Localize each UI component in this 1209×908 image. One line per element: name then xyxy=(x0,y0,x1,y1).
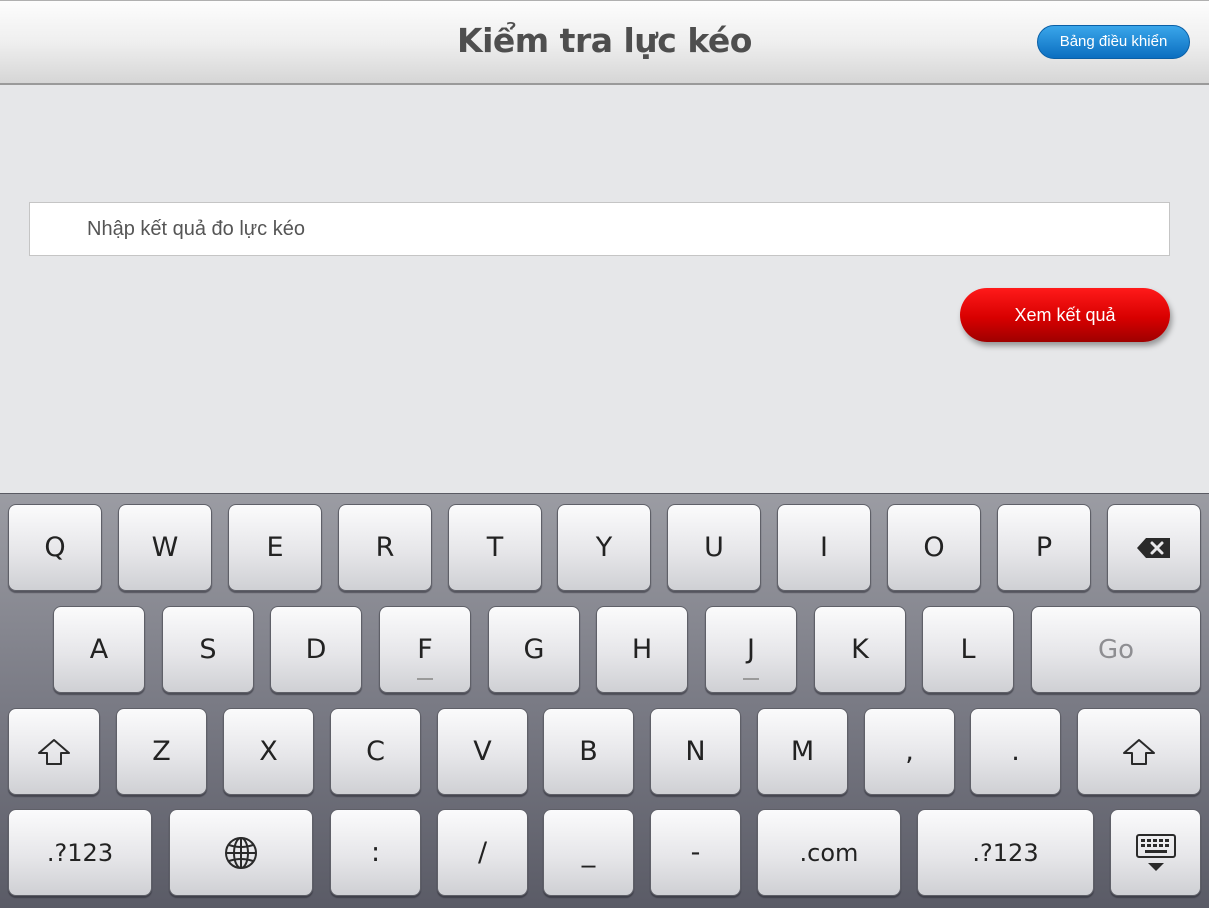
key-r[interactable]: R xyxy=(338,504,432,591)
key-f-label: F xyxy=(417,634,433,665)
app-header: Kiểm tra lực kéo Bảng điều khiển xyxy=(0,0,1209,85)
shift-left-key[interactable] xyxy=(8,708,100,795)
key-d[interactable]: D xyxy=(270,606,362,693)
key-i[interactable]: I xyxy=(777,504,871,591)
key-t[interactable]: T xyxy=(448,504,542,591)
key-j[interactable]: J xyxy=(705,606,797,693)
numbers-right-key[interactable]: .?123 xyxy=(917,809,1094,896)
key-o[interactable]: O xyxy=(887,504,981,591)
key-q[interactable]: Q xyxy=(8,504,102,591)
view-result-button[interactable]: Xem kết quả xyxy=(960,288,1170,342)
key-period[interactable]: . xyxy=(970,708,1061,795)
keyboard-dismiss-key[interactable] xyxy=(1110,809,1201,896)
key-slash[interactable]: / xyxy=(437,809,528,896)
numbers-left-key[interactable]: .?123 xyxy=(8,809,152,896)
key-h[interactable]: H xyxy=(596,606,688,693)
globe-icon xyxy=(223,835,259,871)
key-u[interactable]: U xyxy=(667,504,761,591)
dotcom-key[interactable]: .com xyxy=(757,809,901,896)
backspace-icon xyxy=(1136,537,1172,559)
shift-right-key[interactable] xyxy=(1077,708,1201,795)
key-f[interactable]: F xyxy=(379,606,471,693)
key-w[interactable]: W xyxy=(118,504,212,591)
home-row-marker xyxy=(743,678,759,680)
key-l[interactable]: L xyxy=(922,606,1014,693)
home-row-marker xyxy=(417,678,433,680)
key-k[interactable]: K xyxy=(814,606,906,693)
key-y[interactable]: Y xyxy=(557,504,651,591)
key-m[interactable]: M xyxy=(757,708,848,795)
shift-icon xyxy=(37,738,71,766)
key-colon[interactable]: : xyxy=(330,809,421,896)
pull-force-input[interactable] xyxy=(29,202,1170,256)
go-key[interactable]: Go xyxy=(1031,606,1201,693)
key-z[interactable]: Z xyxy=(116,708,207,795)
key-b[interactable]: B xyxy=(543,708,634,795)
key-a[interactable]: A xyxy=(53,606,145,693)
virtual-keyboard: Q W E R T Y U I O P A S D F G H J K L Go xyxy=(0,493,1209,908)
key-c[interactable]: C xyxy=(330,708,421,795)
backspace-key[interactable] xyxy=(1107,504,1201,591)
dashboard-button[interactable]: Bảng điều khiển xyxy=(1037,25,1190,59)
keyboard-dismiss-icon xyxy=(1135,833,1177,873)
shift-icon xyxy=(1122,738,1156,766)
key-j-label: J xyxy=(747,634,755,665)
key-underscore[interactable]: _ xyxy=(543,809,634,896)
key-s[interactable]: S xyxy=(162,606,254,693)
key-v[interactable]: V xyxy=(437,708,528,795)
key-comma[interactable]: , xyxy=(864,708,955,795)
key-g[interactable]: G xyxy=(488,606,580,693)
globe-key[interactable] xyxy=(169,809,313,896)
key-p[interactable]: P xyxy=(997,504,1091,591)
key-e[interactable]: E xyxy=(228,504,322,591)
key-n[interactable]: N xyxy=(650,708,741,795)
key-x[interactable]: X xyxy=(223,708,314,795)
key-dash[interactable]: - xyxy=(650,809,741,896)
page-title: Kiểm tra lực kéo xyxy=(457,21,752,60)
